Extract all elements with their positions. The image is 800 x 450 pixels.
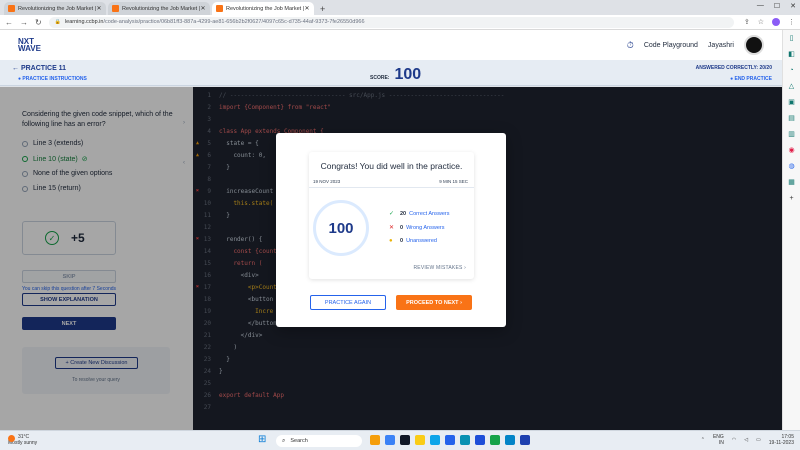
browser-tab-bar: Revolutionizing the Job Market | ✕ Revolu…	[0, 0, 800, 15]
app-icon[interactable]	[370, 435, 380, 445]
stopwatch-icon: ⏱	[626, 39, 634, 50]
weather-widget[interactable]: 31°C Mostly sunny	[8, 434, 37, 446]
new-tab-icon[interactable]: +	[320, 4, 325, 15]
practice-instructions-link[interactable]: ● PRACTICE INSTRUCTIONS	[18, 76, 87, 82]
proceed-to-next-button[interactable]: PROCEED TO NEXT ›	[396, 295, 472, 310]
minimize-icon[interactable]: —	[757, 2, 764, 10]
practice-again-button[interactable]: PRACTICE AGAIN	[310, 295, 386, 310]
browser-tab-3[interactable]: Revolutionizing the Job Market | ✕	[212, 2, 314, 15]
app-icon[interactable]	[460, 435, 470, 445]
score-value: 100	[328, 219, 354, 237]
menu-icon[interactable]: ⋮	[788, 18, 795, 26]
header-right: ⏱ Code Playground Jayashri	[627, 35, 764, 55]
dot-icon: ●	[389, 238, 393, 244]
chevron-up-icon[interactable]: ⌃	[701, 437, 705, 443]
sidebar-icon-8[interactable]: ◉	[787, 146, 797, 156]
app-icon[interactable]	[475, 435, 485, 445]
results-card: Congrats! You did well in the practice. …	[309, 152, 474, 279]
address-bar: ← → ↻ 🔒 learning.ccbp.in/code-analysis/p…	[0, 15, 800, 30]
browser-side-bar: ▯ ◧ ◔ △ ▣ ▤ ▥ ◉ ◍ ▦ +	[782, 30, 800, 430]
practice-bar: ← PRACTICE 11 ● PRACTICE INSTRUCTIONS SC…	[0, 60, 782, 86]
congrats-title: Congrats! You did well in the practice.	[320, 161, 463, 171]
volume-icon[interactable]: ◁	[744, 437, 748, 443]
sidebar-icon-4[interactable]: △	[787, 82, 797, 92]
forward-icon[interactable]: →	[20, 18, 28, 27]
folder-icon[interactable]	[415, 435, 425, 445]
app-icon[interactable]	[400, 435, 410, 445]
results-modal: Congrats! You did well in the practice. …	[276, 133, 506, 327]
sun-icon	[8, 435, 15, 442]
language-indicator[interactable]: ENG IN	[713, 434, 724, 446]
wifi-icon[interactable]: ◠	[732, 437, 736, 443]
system-tray: ⌃ ENG IN ◠ ◁ ▭ 17:05 19-11-2023	[701, 434, 794, 446]
results-meta: 19 NOV 2023 9 MIN 15 SEC	[309, 177, 474, 188]
share-icon[interactable]: ⇪	[744, 18, 750, 26]
nxtwave-logo[interactable]: NXT WAVE	[18, 38, 41, 53]
taskbar: 31°C Mostly sunny ⊞ ⌕ Search ⌃ ENG IN ◠ ◁…	[0, 430, 800, 450]
reload-icon[interactable]: ↻	[35, 18, 42, 27]
answered-correctly: ANSWERED CORRECTLY: 20/20	[695, 65, 772, 71]
add-sidebar-icon[interactable]: +	[787, 194, 797, 204]
end-practice-button[interactable]: ● END PRACTICE	[730, 76, 772, 82]
browser-tab-2[interactable]: Revolutionizing the Job Market | ✕	[108, 2, 210, 15]
score-ring: 100	[313, 200, 369, 256]
app-icon[interactable]	[490, 435, 500, 445]
edge-icon[interactable]	[505, 435, 515, 445]
review-mistakes-link[interactable]: REVIEW MISTAKES ›	[414, 265, 467, 271]
site-favicon-icon	[112, 5, 119, 12]
search-icon: ⌕	[282, 437, 286, 444]
close-window-icon[interactable]: ✕	[790, 2, 796, 10]
app-icon[interactable]	[430, 435, 440, 445]
taskbar-apps	[370, 435, 530, 445]
sidebar-icon-9[interactable]: ◍	[787, 162, 797, 172]
correct-stat: ✓ 20 Correct Answers	[389, 210, 450, 218]
practice-date: 19 NOV 2023	[313, 179, 341, 184]
username[interactable]: Jayashri	[708, 42, 734, 49]
app-icon[interactable]	[385, 435, 395, 445]
unanswered-stat: ● 0 Unanswered	[389, 238, 437, 244]
site-favicon-icon	[8, 5, 15, 12]
back-icon[interactable]: ←	[5, 18, 13, 27]
battery-icon[interactable]: ▭	[756, 437, 761, 443]
sidebar-icon-6[interactable]: ▤	[787, 114, 797, 124]
app-header: NXT WAVE ⏱ Code Playground Jayashri	[0, 30, 782, 60]
browser-tab-1[interactable]: Revolutionizing the Job Market | ✕	[4, 2, 106, 15]
code-playground-link[interactable]: Code Playground	[644, 42, 698, 49]
sidebar-icon-10[interactable]: ▦	[787, 178, 797, 188]
score-display: SCORE: 100	[370, 66, 422, 83]
practice-duration: 9 MIN 15 SEC	[439, 179, 468, 184]
sidebar-icon-2[interactable]: ◧	[787, 50, 797, 60]
cross-icon: ✕	[389, 225, 395, 231]
practice-title[interactable]: ← PRACTICE 11	[12, 65, 66, 72]
lock-icon: 🔒	[54, 19, 61, 25]
close-tab-icon[interactable]: ✕	[304, 5, 310, 12]
browser-toolbar-icons: ⇪ ☆ ⋮	[744, 18, 795, 26]
clock[interactable]: 17:05 19-11-2023	[769, 434, 794, 446]
window-controls: — ☐ ✕	[757, 2, 796, 10]
close-tab-icon[interactable]: ✕	[96, 5, 102, 12]
wrong-stat: ✕ 0 Wrong Answers	[389, 224, 445, 232]
check-icon: ✓	[389, 211, 395, 217]
sidebar-icon-3[interactable]: ◔	[787, 66, 797, 76]
windows-start-icon[interactable]: ⊞	[258, 435, 266, 445]
avatar[interactable]	[744, 35, 764, 55]
url-input[interactable]: 🔒 learning.ccbp.in/code-analysis/practic…	[48, 16, 734, 28]
word-icon[interactable]	[520, 435, 530, 445]
chevron-right-icon: ›	[464, 265, 466, 271]
sidebar-icon-7[interactable]: ▥	[787, 130, 797, 140]
star-icon[interactable]: ☆	[758, 18, 764, 26]
results-stats: ✓ 20 Correct Answers ✕ 0 Wrong Answers ● 0 Una…	[389, 210, 450, 245]
taskbar-search[interactable]: ⌕ Search	[276, 435, 362, 447]
site-favicon-icon	[216, 5, 223, 12]
profile-icon[interactable]	[772, 18, 780, 26]
close-tab-icon[interactable]: ✕	[200, 5, 206, 12]
chevron-right-icon: ›	[460, 299, 462, 306]
maximize-icon[interactable]: ☐	[774, 2, 780, 10]
sidebar-icon-1[interactable]: ▯	[787, 34, 797, 44]
app-icon[interactable]	[445, 435, 455, 445]
sidebar-icon-5[interactable]: ▣	[787, 98, 797, 108]
